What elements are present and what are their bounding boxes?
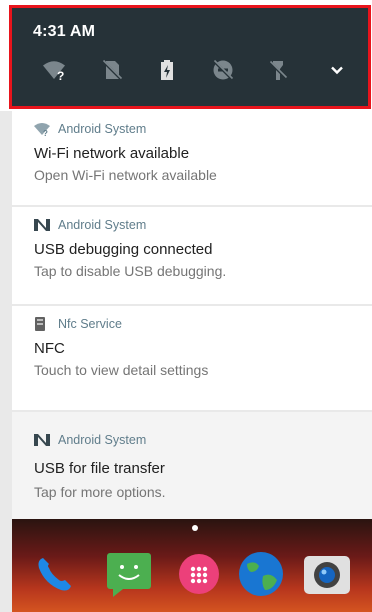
notification-usb-file-transfer[interactable]: Android System USB for file transfer Tap… <box>12 412 372 519</box>
notification-title: NFC <box>34 340 65 357</box>
notification-nfc[interactable]: Nfc Service NFC Touch to view detail set… <box>12 306 372 410</box>
notification-text: Tap to disable USB debugging. <box>34 263 227 279</box>
notification-app-name: Android System <box>58 218 147 232</box>
notification-usb-debugging[interactable]: Android System USB debugging connected T… <box>12 207 372 304</box>
notification-text: Open Wi-Fi network available <box>34 167 217 183</box>
notification-text: Tap for more options. <box>34 484 166 500</box>
notification-app-name: Android System <box>58 122 147 136</box>
messaging-app-icon[interactable] <box>104 549 154 599</box>
battery-charging-icon[interactable] <box>155 58 179 82</box>
notification-shade-header: 4:31 AM ? <box>0 0 372 111</box>
wifi-question-icon: ? <box>34 122 50 136</box>
no-sim-icon[interactable] <box>100 58 124 82</box>
nfc-device-icon <box>34 317 50 331</box>
camera-app-icon[interactable] <box>302 549 352 599</box>
notification-title: USB for file transfer <box>34 460 165 477</box>
notification-app-name: Nfc Service <box>58 317 122 331</box>
do-not-disturb-off-icon[interactable] <box>211 58 235 82</box>
android-n-icon <box>34 218 50 232</box>
notification-title: Wi-Fi network available <box>34 145 190 162</box>
expand-chevron-icon[interactable] <box>325 58 349 82</box>
svg-text:?: ? <box>57 69 64 82</box>
notification-wifi-available[interactable]: ? Android System Wi-Fi network available… <box>12 111 372 205</box>
svg-text:?: ? <box>43 129 48 136</box>
phone-app-icon[interactable] <box>30 549 80 599</box>
flashlight-off-icon[interactable] <box>266 58 290 82</box>
app-drawer-icon[interactable] <box>174 549 224 599</box>
browser-app-icon[interactable] <box>236 549 286 599</box>
android-n-icon <box>34 433 50 447</box>
notification-app-name: Android System <box>58 433 147 447</box>
status-clock: 4:31 AM <box>33 23 96 40</box>
notification-title: USB debugging connected <box>34 241 213 258</box>
page-indicator-dot <box>192 525 198 531</box>
home-screen-dock <box>12 519 372 612</box>
wifi-unknown-icon[interactable]: ? <box>42 58 66 82</box>
notification-text: Touch to view detail settings <box>34 362 209 378</box>
